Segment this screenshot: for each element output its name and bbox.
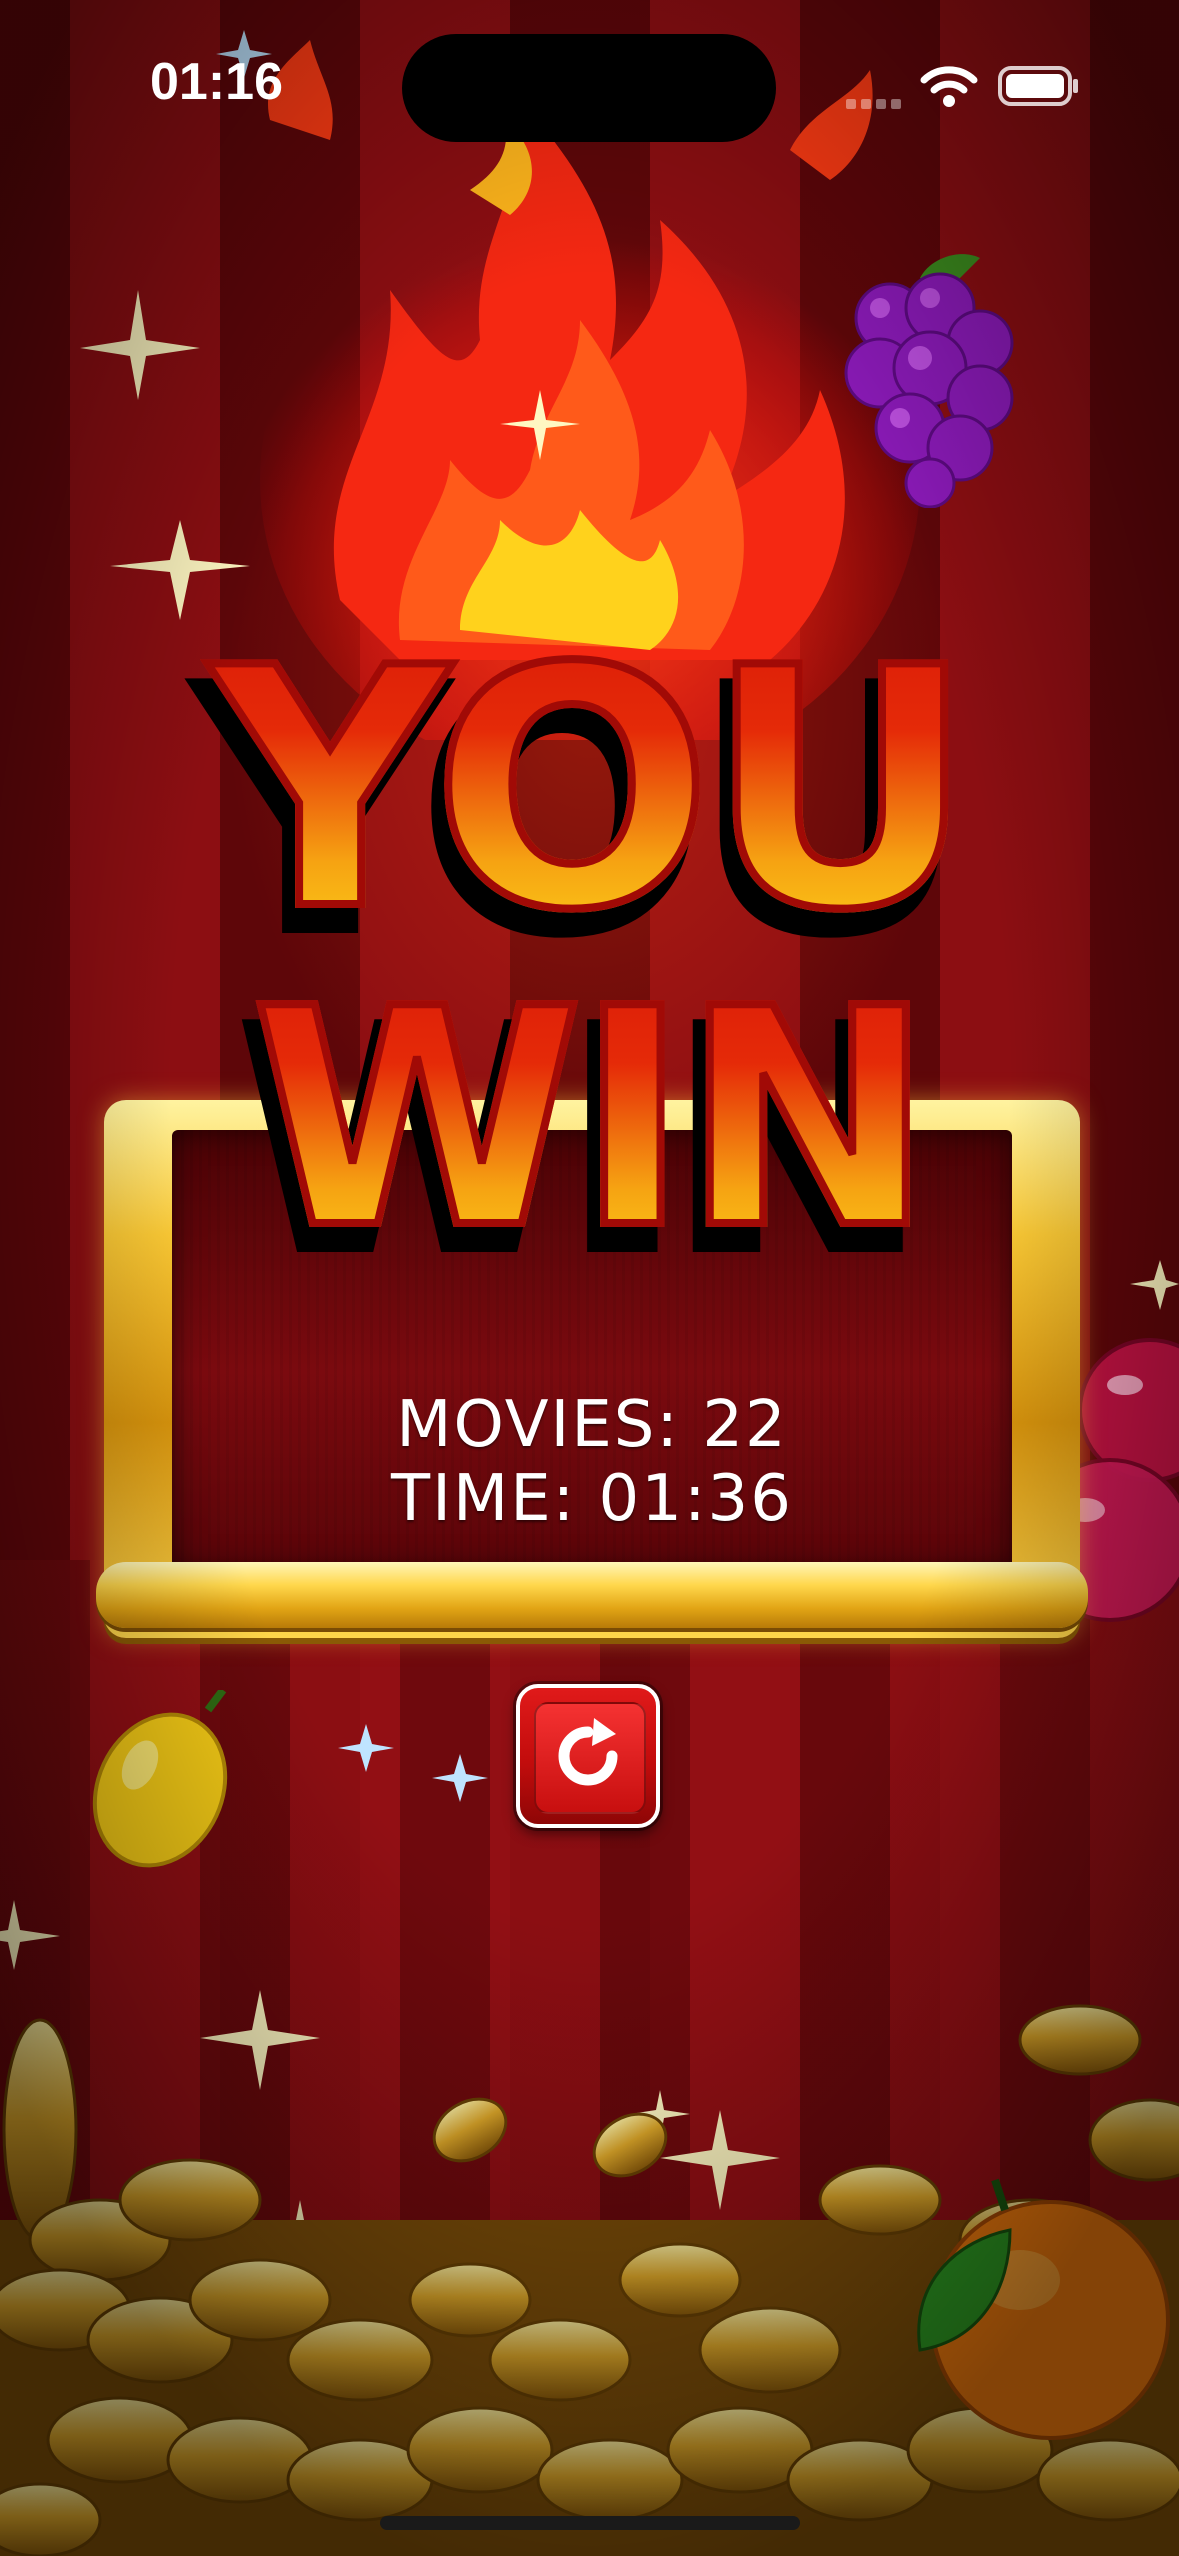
orange-icon bbox=[917, 2178, 1170, 2440]
restart-icon bbox=[558, 1718, 618, 1786]
status-time: 01:16 bbox=[150, 53, 283, 111]
wifi-icon bbox=[920, 66, 978, 107]
grapes-icon bbox=[844, 254, 1014, 508]
cellular-signal-icon bbox=[846, 94, 906, 113]
title-win: WIN WIN bbox=[0, 930, 1179, 1323]
battery-icon bbox=[998, 66, 1078, 106]
title-win-text: WIN bbox=[0, 930, 1179, 1310]
home-indicator[interactable] bbox=[380, 2516, 800, 2530]
movies-count: MOVIES: 22 bbox=[396, 1388, 788, 1462]
dynamic-island bbox=[402, 34, 776, 142]
restart-button[interactable] bbox=[516, 1684, 660, 1828]
game-screen: YOU YOU MOVIES: 22 TIME: 01:36 WIN WIN 0… bbox=[0, 0, 1179, 2556]
status-bar: 01:16 bbox=[0, 0, 1179, 170]
frame-bottom-rail bbox=[96, 1562, 1088, 1628]
lemon-icon bbox=[92, 1690, 228, 1868]
elapsed-time: TIME: 01:36 bbox=[391, 1462, 793, 1536]
